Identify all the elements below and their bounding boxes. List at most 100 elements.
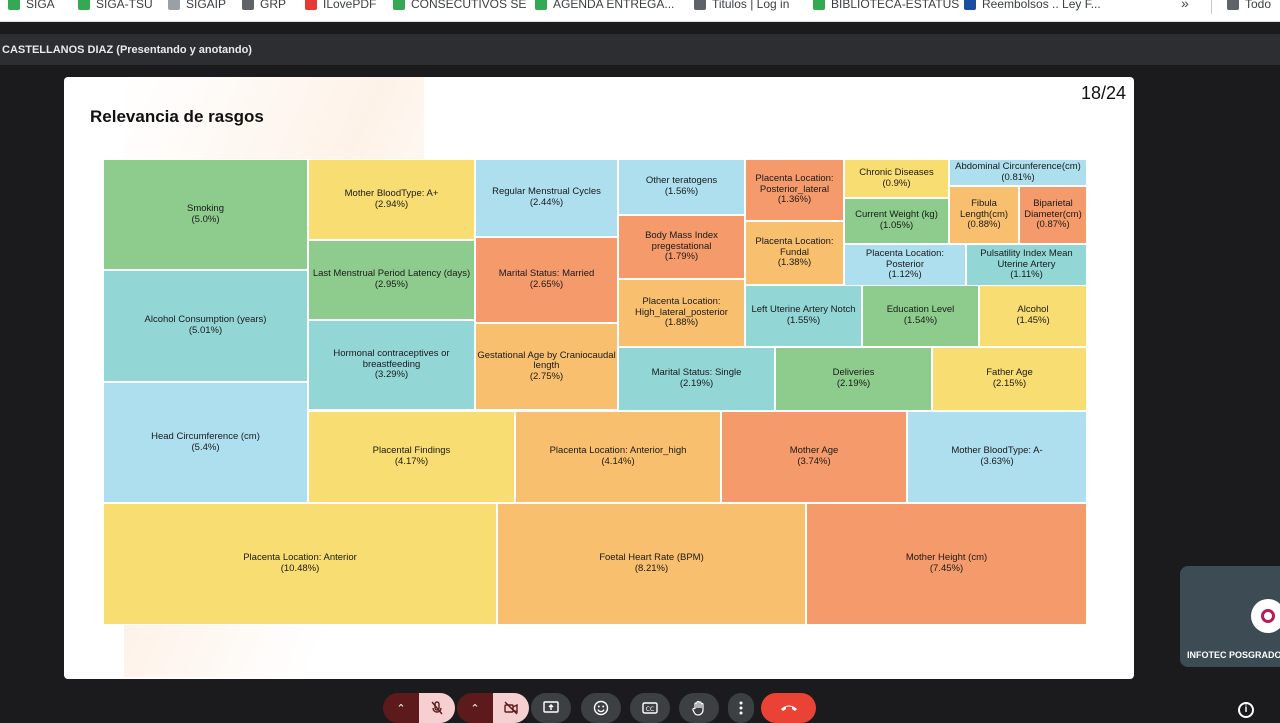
treemap-tile: Other teratogens (1.56%) — [618, 159, 745, 215]
globe-icon — [694, 0, 706, 10]
bookmark-2[interactable]: SIGAIP — [168, 0, 226, 14]
bookmark-10[interactable]: Todo — [1227, 0, 1271, 14]
treemap-tile-value: (0.9%) — [882, 177, 911, 189]
treemap-tile-value: (0.81%) — [1001, 171, 1035, 183]
treemap-tile: Mother Age (3.74%) — [721, 411, 907, 503]
bookmark-5[interactable]: CONSECUTIVOS SE — [393, 0, 526, 14]
treemap-tile-value: (0.87%) — [1036, 219, 1070, 231]
camera-off-icon[interactable] — [493, 693, 529, 723]
info-icon[interactable]: i — [1238, 702, 1254, 718]
treemap-tile-label: Pulsatility Index Mean Uterine Artery — [980, 248, 1073, 270]
treemap-tile: Mother Height (cm) (7.45%) — [806, 503, 1087, 625]
mic-control[interactable]: ⌃ — [383, 693, 455, 723]
camera-control[interactable]: ⌃ — [457, 693, 529, 723]
treemap-tile-value: (1.45%) — [1016, 315, 1050, 326]
treemap-tile-value: (1.38%) — [777, 257, 812, 269]
treemap-tile-value: (2.19%) — [679, 378, 714, 389]
treemap-tile-label: Head Circumference (cm) — [151, 430, 260, 442]
raise-hand-button[interactable] — [679, 693, 719, 723]
mic-off-icon[interactable] — [419, 693, 455, 723]
treemap-tile-value: (5.0%) — [191, 213, 220, 225]
treemap-tile-value: (5.4%) — [191, 441, 220, 453]
bookmark-label: ILovePDF — [323, 0, 377, 11]
bookmarks-bar: SIGA SIGA-TSU SIGAIP GRP ILovePDF CONSECUTIVO… — [0, 0, 1280, 22]
bookmarks-overflow-button[interactable]: » — [1181, 0, 1189, 11]
treemap-tile: Fibula Length(cm) (0.88%) — [949, 186, 1019, 244]
treemap-tile-value: (3.63%) — [980, 456, 1014, 467]
bookmarks-divider — [1211, 0, 1212, 14]
treemap-tile: Body Mass Index pregestational (1.79%) — [618, 215, 745, 279]
emoji-button[interactable] — [581, 693, 621, 723]
captions-icon: CC — [642, 702, 658, 714]
treemap-tile-label: Biparietal Diameter(cm) — [1024, 198, 1082, 220]
treemap-tile: Left Uterine Artery Notch (1.55%) — [745, 285, 862, 347]
end-call-button[interactable] — [761, 693, 816, 723]
treemap-tile-label: Hormonal contraceptives or breastfeeding — [333, 348, 450, 370]
treemap-tile-value: (2.94%) — [374, 198, 409, 210]
treemap-tile-label: Gestational Age by Craniocaudal length — [477, 349, 616, 372]
treemap-tile: Gestational Age by Craniocaudal length (2… — [475, 323, 618, 410]
mic-options-chevron-icon[interactable]: ⌃ — [383, 693, 419, 723]
treemap-tile: Placenta Location: Fundal (1.38%) — [745, 221, 844, 285]
bookmark-label: GRP — [260, 0, 287, 11]
treemap-tile: Alcohol (1.45%) — [979, 285, 1087, 347]
captions-button[interactable]: CC — [630, 693, 670, 723]
bookmark-4[interactable]: ILovePDF — [305, 0, 376, 14]
siga-icon — [8, 0, 20, 10]
bookmark-1[interactable]: SIGA-TSU — [78, 0, 153, 14]
bookmark-label: Reembolsos .. Ley F... — [982, 0, 1101, 11]
bookmark-label: CONSECUTIVOS SE — [411, 0, 527, 11]
treemap-tile: Hormonal contraceptives or breastfeeding… — [308, 320, 475, 410]
treemap-tile-value: (3.29%) — [374, 369, 409, 381]
infotec-logo-icon — [1251, 599, 1280, 633]
bookmark-8[interactable]: BIBLIOTECA-ESTATUS — [813, 0, 959, 14]
treemap-tile-label: Smoking — [187, 202, 224, 214]
raise-hand-icon — [692, 700, 704, 716]
treemap-tile-value: (2.44%) — [529, 197, 564, 208]
treemap-tile-label: Placenta Location: Posterior_lateral — [755, 173, 834, 195]
participant-tile[interactable]: INFOTEC POSGRADO — [1180, 566, 1280, 667]
present-icon — [543, 701, 559, 713]
treemap-tile: Last Menstrual Period Latency (days) (2.9… — [308, 240, 475, 320]
slide-page-number: 18/24 — [1080, 83, 1126, 103]
treemap-tile: Placental Findings (4.17%) — [308, 411, 515, 503]
treemap-tile: Placenta Location: Anterior_high (4.14%) — [515, 411, 721, 503]
sigaip-icon — [168, 0, 180, 10]
treemap-tile-value: (10.48%) — [280, 563, 320, 574]
treemap-tile: Education Level (1.54%) — [862, 285, 979, 347]
folder-icon — [1227, 0, 1239, 10]
treemap-tile-value: (7.45%) — [929, 563, 964, 574]
treemap-tile: Placenta Location: Posterior_lateral (1.3… — [745, 159, 844, 221]
bookmark-label: AGENDA ENTREGA... — [553, 0, 675, 11]
sheets-icon — [813, 0, 825, 10]
ilovepdf-icon — [305, 0, 317, 10]
present-button[interactable] — [531, 693, 571, 723]
bookmark-9[interactable]: Reembolsos .. Ley F... — [964, 0, 1101, 14]
presenter-bar: CASTELLANOS DIAZ (Presentando y anotando… — [0, 34, 1280, 65]
treemap-tile-label: Placenta Location: High_lateral_posterio… — [635, 296, 728, 318]
treemap-tile: Smoking (5.0%) — [103, 159, 308, 270]
feature-importance-treemap: Smoking (5.0%) Alcohol Consumption (years)… — [103, 159, 1087, 625]
bookmark-6[interactable]: AGENDA ENTREGA... — [535, 0, 674, 14]
camera-options-chevron-icon[interactable]: ⌃ — [457, 693, 493, 723]
treemap-tile-value: (1.56%) — [664, 186, 699, 197]
bookmark-0[interactable]: SIGA — [8, 0, 55, 14]
treemap-tile-label: Mother BloodType: A+ — [344, 187, 439, 199]
bookmark-7[interactable]: Titulos | Log in — [694, 0, 789, 14]
bookmark-label: SIGA-TSU — [96, 0, 153, 11]
treemap-tile-value: (1.05%) — [879, 220, 914, 231]
more-options-button[interactable] — [728, 693, 754, 723]
sheets-icon — [535, 0, 547, 10]
treemap-tile: Head Circumference (cm) (5.4%) — [103, 382, 308, 503]
treemap-tile-value: (1.11%) — [1010, 269, 1043, 281]
treemap-tile-label: Placenta Location: Posterior — [865, 248, 945, 270]
treemap-tile-value: (3.74%) — [797, 456, 831, 467]
slide-title: Relevancia de rasgos — [90, 107, 264, 126]
treemap-tile-label: Abdominal Circunference(cm) — [955, 160, 1081, 172]
doc-icon — [964, 0, 976, 10]
grp-icon — [242, 0, 254, 10]
treemap-tile: Mother BloodType: A- (3.63%) — [907, 411, 1087, 503]
bookmark-label: Todo — [1245, 0, 1272, 11]
presenter-name: CASTELLANOS DIAZ (Presentando y anotando… — [2, 43, 252, 56]
bookmark-3[interactable]: GRP — [242, 0, 286, 14]
